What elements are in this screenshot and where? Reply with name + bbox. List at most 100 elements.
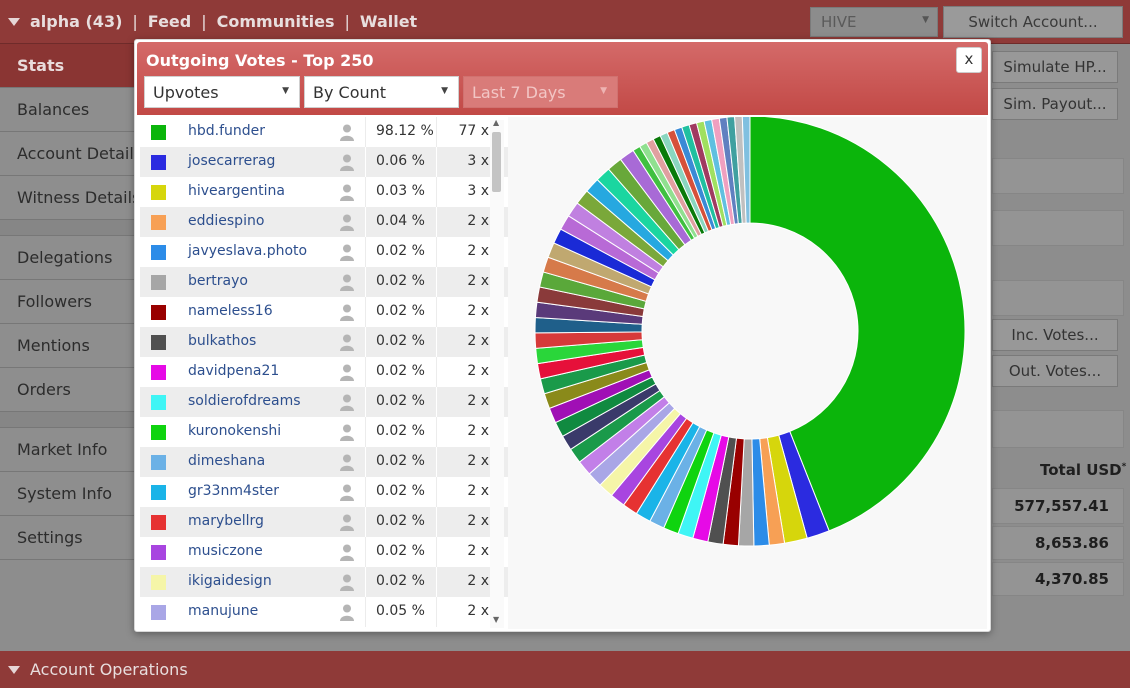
voter-name-link[interactable]: gr33nm4ster	[188, 483, 279, 499]
vote-percent: 0.02 %	[376, 303, 425, 319]
list-item[interactable]: hbd.funder 98.12 % 77 x	[140, 117, 508, 147]
vote-count: 2 x	[467, 453, 489, 469]
sidebar-item-orders[interactable]: Orders	[0, 368, 134, 412]
list-item[interactable]: manujune 0.05 % 2 x	[140, 597, 508, 627]
voter-name-link[interactable]: musiczone	[188, 543, 263, 559]
list-item[interactable]: marybellrg 0.02 % 2 x	[140, 507, 508, 537]
scroll-down-icon[interactable]: ▼	[493, 615, 499, 624]
list-scrollbar-thumb[interactable]	[492, 132, 501, 192]
user-icon[interactable]	[339, 483, 355, 501]
simulate-hp-button[interactable]: Simulate HP...	[992, 51, 1118, 83]
sidebar-item-account-details[interactable]: Account Details	[0, 132, 134, 176]
sidebar-item-settings[interactable]: Settings	[0, 516, 134, 560]
nav-link-communities[interactable]: Communities	[217, 12, 335, 31]
list-item[interactable]: bulkathos 0.02 % 2 x	[140, 327, 508, 357]
modal-title: Outgoing Votes - Top 250	[146, 51, 374, 70]
list-item[interactable]: bertrayo 0.02 % 2 x	[140, 267, 508, 297]
vote-percent: 0.02 %	[376, 363, 425, 379]
voter-name-link[interactable]: hbd.funder	[188, 123, 265, 139]
voter-name-link[interactable]: kuronokenshi	[188, 423, 281, 439]
list-item[interactable]: javyeslava.photo 0.02 % 2 x	[140, 237, 508, 267]
account-operations-bar[interactable]: Account Operations	[0, 651, 1130, 688]
voter-name-link[interactable]: dimeshana	[188, 453, 265, 469]
user-icon[interactable]	[339, 213, 355, 231]
period-select[interactable]: Last 7 Days ▼	[463, 76, 618, 108]
sidebar-item-followers[interactable]: Followers	[0, 280, 134, 324]
user-icon[interactable]	[339, 513, 355, 531]
nav-link-wallet[interactable]: Wallet	[360, 12, 417, 31]
list-item[interactable]: kuronokenshi 0.02 % 2 x	[140, 417, 508, 447]
voter-name-link[interactable]: marybellrg	[188, 513, 264, 529]
collapse-caret-icon[interactable]	[8, 17, 20, 26]
sidebar-item-witness-details[interactable]: Witness Details	[0, 176, 134, 220]
stats-panel	[992, 158, 1124, 194]
vote-type-select[interactable]: Upvotes ▼	[144, 76, 300, 108]
chain-select[interactable]: HIVE ▼	[810, 7, 938, 37]
voter-name-link[interactable]: eddiespino	[188, 213, 264, 229]
nav-link-feed[interactable]: Feed	[148, 12, 191, 31]
sidebar-item-system-info[interactable]: System Info	[0, 472, 134, 516]
vote-count: 2 x	[467, 273, 489, 289]
user-icon[interactable]	[339, 153, 355, 171]
close-button[interactable]: x	[956, 47, 982, 73]
total-usd-value: 8,653.86	[1034, 534, 1109, 552]
list-item[interactable]: eddiespino 0.04 % 2 x	[140, 207, 508, 237]
list-item[interactable]: nameless16 0.02 % 2 x	[140, 297, 508, 327]
user-icon[interactable]	[339, 183, 355, 201]
voter-name-link[interactable]: bertrayo	[188, 273, 248, 289]
list-item[interactable]: davidpena21 0.02 % 2 x	[140, 357, 508, 387]
sidebar: Stats Balances Account Details Witness D…	[0, 44, 134, 560]
list-item[interactable]: gr33nm4ster 0.02 % 2 x	[140, 477, 508, 507]
user-icon[interactable]	[339, 243, 355, 261]
user-icon[interactable]	[339, 123, 355, 141]
switch-account-button[interactable]: Switch Account...	[943, 6, 1123, 38]
user-icon[interactable]	[339, 303, 355, 321]
color-swatch	[151, 605, 166, 620]
account-name[interactable]: alpha (43)	[30, 12, 122, 31]
user-icon[interactable]	[339, 573, 355, 591]
color-swatch	[151, 335, 166, 350]
outgoing-votes-modal: Outgoing Votes - Top 250 x Upvotes ▼ By …	[134, 39, 991, 632]
user-icon[interactable]	[339, 273, 355, 291]
sidebar-item-market-info[interactable]: Market Info	[0, 428, 134, 472]
user-icon[interactable]	[339, 393, 355, 411]
list-item[interactable]: ikigaidesign 0.02 % 2 x	[140, 567, 508, 597]
user-icon[interactable]	[339, 333, 355, 351]
scroll-up-icon[interactable]: ▲	[493, 118, 499, 127]
voter-name-link[interactable]: javyeslava.photo	[188, 243, 307, 259]
vote-count: 2 x	[467, 393, 489, 409]
sim-payout-button[interactable]: Sim. Payout...	[992, 88, 1118, 120]
user-icon[interactable]	[339, 543, 355, 561]
vote-percent: 0.02 %	[376, 393, 425, 409]
sort-value: By Count	[313, 83, 387, 102]
user-icon[interactable]	[339, 453, 355, 471]
voter-name-link[interactable]: manujune	[188, 603, 258, 619]
votes-donut-chart	[508, 115, 987, 629]
vote-count: 2 x	[467, 213, 489, 229]
list-item[interactable]: soldierofdreams 0.02 % 2 x	[140, 387, 508, 417]
vote-count: 2 x	[467, 303, 489, 319]
outgoing-votes-button[interactable]: Out. Votes...	[992, 355, 1118, 387]
sort-select[interactable]: By Count ▼	[304, 76, 459, 108]
user-icon[interactable]	[339, 363, 355, 381]
voter-name-link[interactable]: bulkathos	[188, 333, 256, 349]
sidebar-item-delegations[interactable]: Delegations	[0, 236, 134, 280]
user-icon[interactable]	[339, 423, 355, 441]
sidebar-item-stats[interactable]: Stats	[0, 44, 134, 88]
sidebar-item-mentions[interactable]: Mentions	[0, 324, 134, 368]
voter-name-link[interactable]: hiveargentina	[188, 183, 285, 199]
total-usd-header: Total USD*	[1040, 461, 1127, 479]
voter-name-link[interactable]: soldierofdreams	[188, 393, 301, 409]
voter-name-link[interactable]: davidpena21	[188, 363, 279, 379]
list-item[interactable]: musiczone 0.02 % 2 x	[140, 537, 508, 567]
list-item[interactable]: hiveargentina 0.03 % 3 x	[140, 177, 508, 207]
voter-name-link[interactable]: ikigaidesign	[188, 573, 272, 589]
list-item[interactable]: josecarrerag 0.06 % 3 x	[140, 147, 508, 177]
list-scrollbar[interactable]	[490, 120, 504, 628]
user-icon[interactable]	[339, 603, 355, 621]
list-item[interactable]: dimeshana 0.02 % 2 x	[140, 447, 508, 477]
voter-name-link[interactable]: nameless16	[188, 303, 273, 319]
voter-name-link[interactable]: josecarrerag	[188, 153, 275, 169]
incoming-votes-button[interactable]: Inc. Votes...	[992, 319, 1118, 351]
sidebar-item-balances[interactable]: Balances	[0, 88, 134, 132]
